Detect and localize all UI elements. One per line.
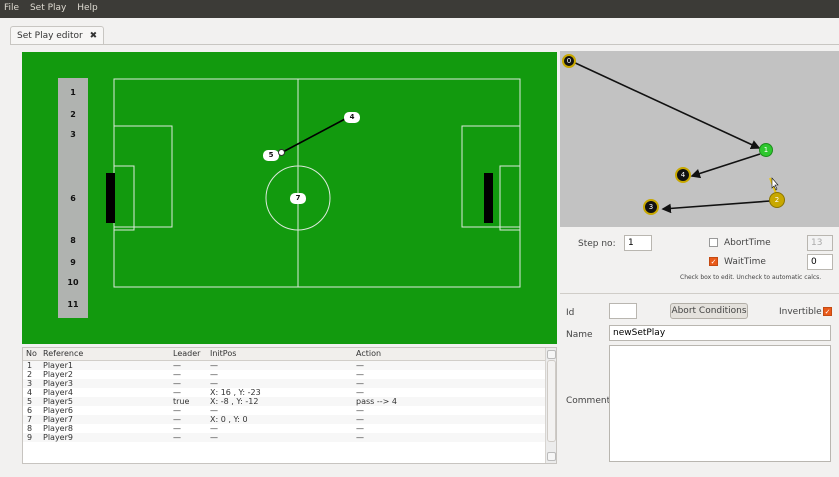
abort-time-input[interactable]: [807, 235, 833, 251]
comment-textarea[interactable]: [609, 345, 831, 462]
comment-label: Comment: [566, 396, 611, 406]
player-roster: 1 2 3 6 8 9 10 11: [58, 78, 88, 318]
ball-icon[interactable]: [278, 149, 285, 156]
table-row[interactable]: 8 Player8— — —: [23, 424, 547, 433]
scroll-down-icon[interactable]: [547, 452, 556, 461]
abort-time-label: AbortTime: [724, 238, 771, 248]
col-initpos[interactable]: InitPos: [210, 348, 236, 360]
table-row[interactable]: 4 Player4— X: 16 , Y: -23—: [23, 388, 547, 397]
invertible-label: Invertible: [779, 307, 822, 317]
path-node[interactable]: 1: [759, 143, 773, 157]
left-goal: [106, 173, 115, 223]
hint-text: Check box to edit. Uncheck to automatic …: [680, 274, 822, 281]
table-scrollbar[interactable]: [545, 348, 556, 463]
scroll-thumb[interactable]: [547, 360, 556, 442]
wait-time-input[interactable]: [807, 254, 833, 270]
roster-player[interactable]: 11: [58, 300, 88, 309]
tab-bar: Set Play editor ✖: [10, 22, 839, 45]
table-row[interactable]: 6 Player6— — —: [23, 406, 547, 415]
players-table: No Reference Leader InitPos Action 1 Play…: [22, 347, 557, 464]
roster-player[interactable]: 9: [58, 258, 88, 267]
field-player[interactable]: 5: [263, 150, 279, 161]
col-no[interactable]: No: [26, 348, 37, 360]
name-label: Name: [566, 330, 593, 340]
right-goal: [484, 173, 493, 223]
abort-conditions-button[interactable]: Abort Conditions: [670, 303, 748, 319]
table-header: No Reference Leader InitPos Action: [23, 348, 547, 361]
path-diagram: [570, 60, 779, 214]
table-row[interactable]: 2 Player2— — —: [23, 370, 547, 379]
path-node[interactable]: 3: [643, 199, 659, 215]
menu-file[interactable]: File: [0, 0, 23, 13]
step-label: Step no:: [578, 239, 616, 249]
step-panel: Step no: AbortTime ✓ WaitTime Check box …: [560, 229, 839, 289]
path-view[interactable]: 0 1 2 3 4: [560, 51, 839, 227]
roster-player[interactable]: 1: [58, 88, 88, 97]
table-row[interactable]: 9 Player9— — —: [23, 433, 547, 442]
roster-player[interactable]: 6: [58, 194, 88, 203]
menu-set-play[interactable]: Set Play: [26, 0, 70, 13]
table-row[interactable]: 3 Player3— — —: [23, 379, 547, 388]
id-input[interactable]: [609, 303, 637, 319]
path-node[interactable]: 4: [675, 167, 691, 183]
menu-help[interactable]: Help: [73, 0, 102, 13]
col-action[interactable]: Action: [356, 348, 381, 360]
wait-time-label: WaitTime: [724, 257, 766, 267]
table-body: 1 Player1— — — 2 Player2— — — 3 Player3— — — 4 Pla…: [23, 361, 547, 463]
properties-panel: Id Abort Conditions Invertible ✓ Name Co…: [560, 293, 839, 464]
table-row[interactable]: 1 Player1— — —: [23, 361, 547, 370]
tab-label: Set Play editor: [17, 31, 83, 41]
col-leader[interactable]: Leader: [173, 348, 200, 360]
name-input[interactable]: [609, 325, 831, 341]
roster-player[interactable]: 10: [58, 278, 88, 287]
tab-set-play-editor[interactable]: Set Play editor ✖: [10, 26, 105, 45]
menu-bar: File Set Play Help: [0, 0, 839, 18]
field-player[interactable]: 7: [290, 193, 306, 204]
roster-player[interactable]: 2: [58, 110, 88, 119]
roster-player[interactable]: 8: [58, 236, 88, 245]
field-player[interactable]: 4: [344, 112, 360, 123]
id-label: Id: [566, 308, 575, 318]
table-row[interactable]: 5 Player5 true X: -8 , Y: -12 pass --> 4: [23, 397, 547, 406]
soccer-field[interactable]: 5 4 7: [22, 52, 557, 344]
close-icon[interactable]: ✖: [90, 31, 98, 41]
scroll-up-icon[interactable]: [547, 350, 556, 359]
path-node[interactable]: 0: [562, 54, 576, 68]
col-reference[interactable]: Reference: [43, 348, 83, 360]
table-row[interactable]: 7 Player7— X: 0 , Y: 0—: [23, 415, 547, 424]
roster-player[interactable]: 3: [58, 130, 88, 139]
wait-time-checkbox[interactable]: ✓: [709, 257, 718, 266]
step-input[interactable]: [624, 235, 652, 251]
abort-time-checkbox[interactable]: [709, 238, 718, 247]
path-node[interactable]: 2: [769, 192, 785, 208]
invertible-checkbox[interactable]: ✓: [823, 307, 832, 316]
